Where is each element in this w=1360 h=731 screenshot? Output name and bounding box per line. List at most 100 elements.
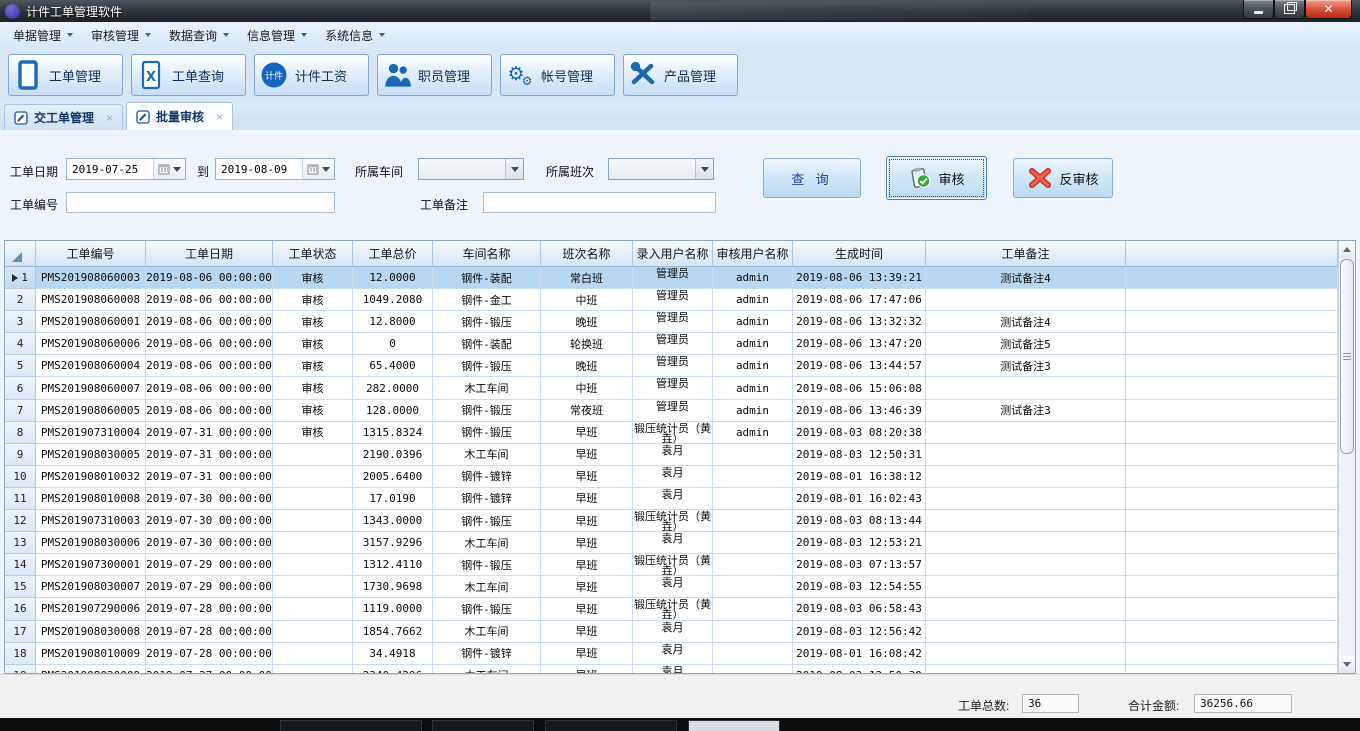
cell[interactable]	[713, 510, 793, 532]
cell[interactable]	[273, 643, 353, 665]
cell[interactable]: 2019-08-06 13:46:39	[793, 400, 926, 422]
table-row[interactable]: 13PMS2019080300062019-07-30 00:00:003157…	[5, 532, 1338, 554]
cell[interactable]: 木工车间	[433, 621, 541, 643]
table-row[interactable]: 14PMS2019073000012019-07-29 00:00:001312…	[5, 554, 1338, 576]
table-row[interactable]: 11PMS2019080100082019-07-30 00:00:0017.0…	[5, 488, 1338, 510]
tab-1[interactable]: 交工单管理×	[4, 104, 123, 130]
cell[interactable]: 锻压统计员（黄垚）	[633, 422, 713, 444]
cell[interactable]: 17.0190	[353, 488, 433, 510]
column-header-6[interactable]: 班次名称	[541, 241, 633, 267]
cell[interactable]: 2019-08-03 12:56:42	[793, 621, 926, 643]
minimize-button[interactable]	[1243, 0, 1274, 19]
cell[interactable]: 2019-08-03 08:13:44	[793, 510, 926, 532]
row-header-16[interactable]: 16	[5, 598, 36, 620]
row-header-9[interactable]: 9	[5, 444, 36, 466]
cell[interactable]: 128.0000	[353, 400, 433, 422]
cell[interactable]: 木工车间	[433, 444, 541, 466]
cell[interactable]: 1315.8324	[353, 422, 433, 444]
row-header-19[interactable]: 19	[5, 665, 36, 673]
cell[interactable]: 早班	[541, 444, 633, 466]
cell[interactable]: 轮换班	[541, 333, 633, 355]
cell[interactable]: 2005.6400	[353, 466, 433, 488]
cell[interactable]: 2019-07-27 00:00:00	[146, 665, 273, 673]
cell[interactable]: 袁月	[633, 444, 713, 466]
cell[interactable]: 1312.4110	[353, 554, 433, 576]
cell[interactable]: 3157.9296	[353, 532, 433, 554]
table-row[interactable]: 16PMS2019072900062019-07-28 00:00:001119…	[5, 598, 1338, 620]
cell[interactable]: 12.8000	[353, 311, 433, 333]
cell[interactable]: PMS201907310004	[36, 422, 146, 444]
cell[interactable]: 2019-07-31 00:00:00	[146, 466, 273, 488]
cell[interactable]	[926, 444, 1126, 466]
cell[interactable]	[273, 466, 353, 488]
date-from-picker[interactable]: 2019-07-25	[66, 158, 186, 180]
cell[interactable]: 2019-08-01 16:08:42	[793, 643, 926, 665]
cell[interactable]: 钢件-镀锌	[433, 466, 541, 488]
cell[interactable]: 2019-08-06 00:00:00	[146, 289, 273, 311]
table-row[interactable]: 9PMS2019080300052019-07-31 00:00:002190.…	[5, 444, 1338, 466]
cell[interactable]: PMS201908030008	[36, 621, 146, 643]
row-header-12[interactable]: 12	[5, 510, 36, 532]
cell[interactable]: 2019-07-28 00:00:00	[146, 643, 273, 665]
close-button[interactable]: ✕	[1305, 0, 1352, 19]
row-header-10[interactable]: 10	[5, 466, 36, 488]
cell[interactable]	[273, 576, 353, 598]
cell[interactable]	[273, 554, 353, 576]
cell[interactable]: PMS201908030006	[36, 532, 146, 554]
cell[interactable]: 2019-08-06 00:00:00	[146, 311, 273, 333]
cell[interactable]: admin	[713, 333, 793, 355]
cell[interactable]: 2019-08-06 00:00:00	[146, 333, 273, 355]
cell[interactable]: 袁月	[633, 532, 713, 554]
table-row[interactable]: 19PMS2019080300092019-07-27 00:00:002340…	[5, 665, 1338, 673]
cell[interactable]: 常夜班	[541, 400, 633, 422]
cell[interactable]: 测试备注3	[926, 355, 1126, 377]
cell[interactable]: 袁月	[633, 466, 713, 488]
column-header-4[interactable]: 工单总价	[353, 241, 433, 267]
cell[interactable]	[713, 488, 793, 510]
cell[interactable]: 282.0000	[353, 377, 433, 399]
column-header-5[interactable]: 车间名称	[433, 241, 541, 267]
table-row[interactable]: 4PMS2019080600062019-08-06 00:00:00审核0钢件…	[5, 333, 1338, 355]
row-header-6[interactable]: 6	[5, 377, 36, 399]
cell[interactable]: 2019-08-06 00:00:00	[146, 377, 273, 399]
cell[interactable]: 早班	[541, 576, 633, 598]
cell[interactable]: 管理员	[633, 289, 713, 311]
toolbar-button-4[interactable]: 职员管理	[377, 54, 492, 96]
cell[interactable]: 2019-08-06 00:00:00	[146, 400, 273, 422]
remark-input[interactable]	[483, 192, 716, 213]
scroll-down-button[interactable]	[1339, 656, 1355, 673]
cell[interactable]: PMS201908010032	[36, 466, 146, 488]
cell[interactable]: 早班	[541, 554, 633, 576]
cell[interactable]: 木工车间	[433, 665, 541, 673]
cell[interactable]	[926, 466, 1126, 488]
cell[interactable]: 钢件-锻压	[433, 355, 541, 377]
cell[interactable]	[713, 643, 793, 665]
cell[interactable]: admin	[713, 355, 793, 377]
menu-item-3[interactable]: 数据查询	[160, 23, 238, 48]
cell[interactable]: PMS201908010008	[36, 488, 146, 510]
cell[interactable]: 木工车间	[433, 532, 541, 554]
table-row[interactable]: 7PMS2019080600052019-08-06 00:00:00审核128…	[5, 400, 1338, 422]
cell[interactable]: PMS201908060004	[36, 355, 146, 377]
row-header-7[interactable]: 7	[5, 400, 36, 422]
cell[interactable]	[713, 598, 793, 620]
cell[interactable]	[273, 532, 353, 554]
scroll-up-button[interactable]	[1339, 241, 1355, 258]
cell[interactable]: 晚班	[541, 311, 633, 333]
cell[interactable]	[713, 466, 793, 488]
cell[interactable]: 测试备注5	[926, 333, 1126, 355]
cell[interactable]: 钢件-锻压	[433, 598, 541, 620]
query-button[interactable]: 查 询	[763, 158, 861, 198]
menu-item-5[interactable]: 系统信息	[316, 23, 394, 48]
cell[interactable]	[273, 444, 353, 466]
menu-item-2[interactable]: 审核管理	[82, 23, 160, 48]
cell[interactable]: 2019-08-06 13:44:57	[793, 355, 926, 377]
cell[interactable]: PMS201907300001	[36, 554, 146, 576]
cell[interactable]: 钢件-镀锌	[433, 488, 541, 510]
cell[interactable]: 2019-07-28 00:00:00	[146, 621, 273, 643]
cell[interactable]: PMS201907290006	[36, 598, 146, 620]
cell[interactable]: 早班	[541, 643, 633, 665]
cell[interactable]: 管理员	[633, 355, 713, 377]
table-row[interactable]: 8PMS2019073100042019-07-31 00:00:00审核131…	[5, 422, 1338, 444]
cell[interactable]	[273, 598, 353, 620]
